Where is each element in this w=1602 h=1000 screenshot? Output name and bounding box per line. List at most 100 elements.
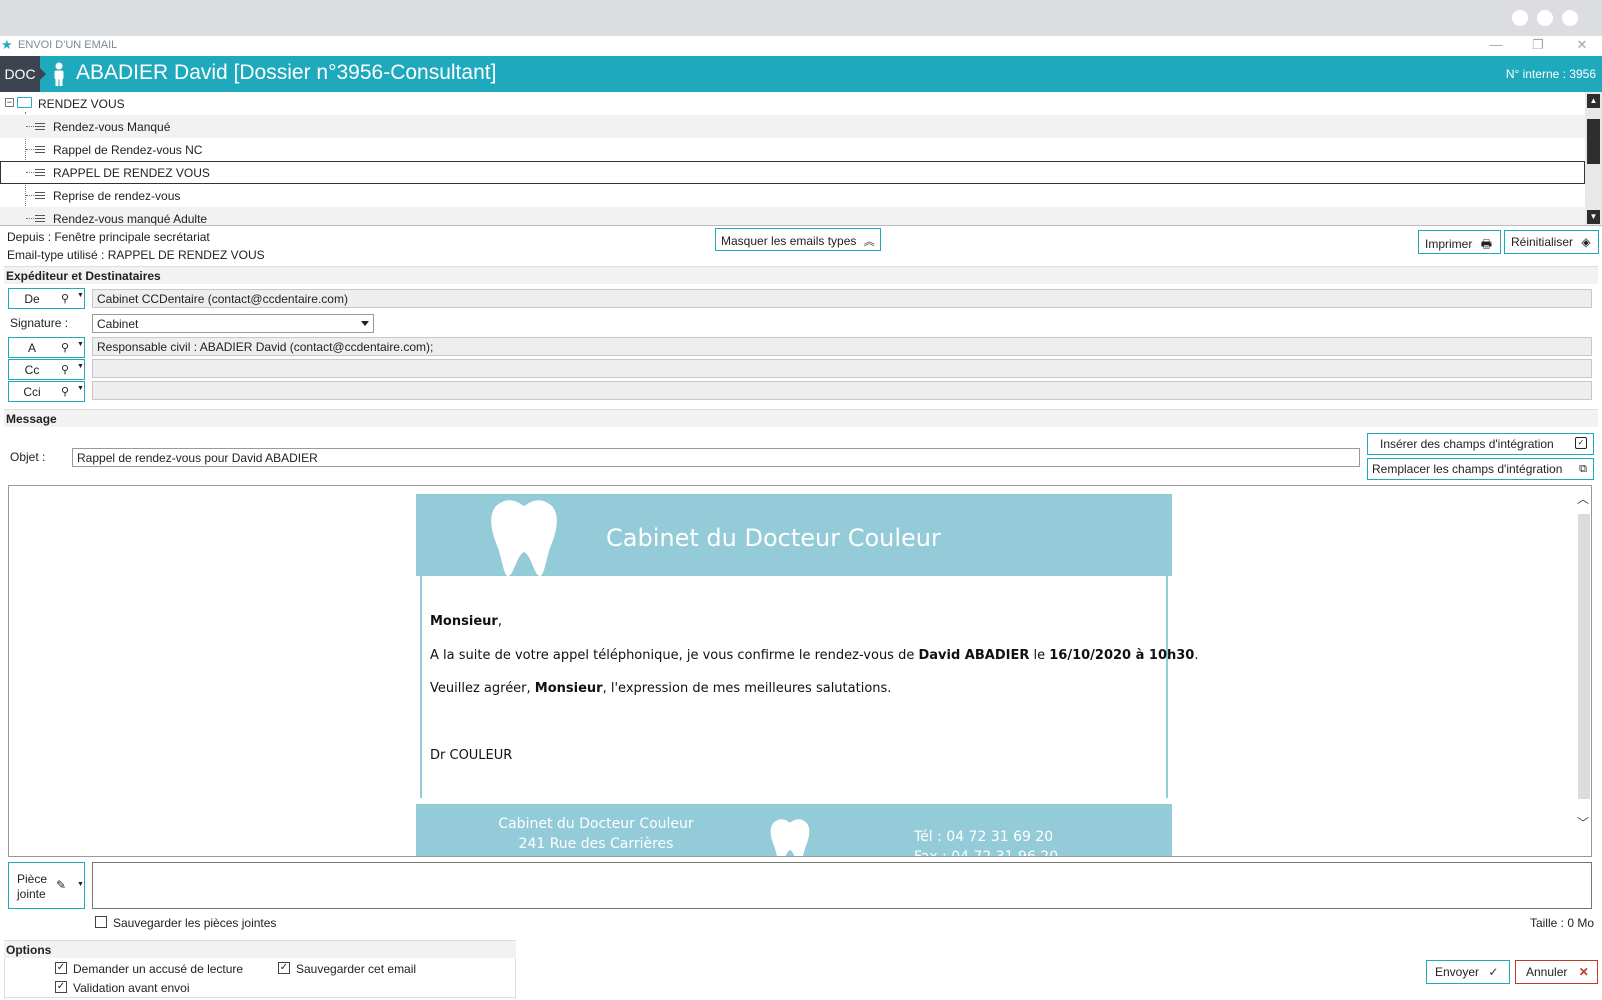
line2-bold: Monsieur xyxy=(534,681,603,696)
save-attachments-checkbox[interactable] xyxy=(95,916,107,928)
cc-field[interactable] xyxy=(92,359,1592,378)
patient-header: DOC ABADIER David [Dossier n°3956-Consul… xyxy=(0,56,1602,92)
scroll-up-icon[interactable]: ▲ xyxy=(1587,94,1600,108)
validate-checkbox[interactable]: ✓ xyxy=(55,981,67,993)
close-icon[interactable]: ✕ xyxy=(1572,37,1592,53)
email-header-title: Cabinet du Docteur Couleur xyxy=(606,524,941,552)
internal-number: N° interne : 3956 xyxy=(1505,67,1596,81)
template-icon xyxy=(35,169,45,176)
save-attachments-label: Sauvegarder les pièces jointes xyxy=(113,916,277,930)
email-footer-banner: Cabinet du Docteur Couleur 241 Rue des C… xyxy=(416,804,1172,856)
signature-label: Signature : xyxy=(10,316,69,330)
print-button[interactable]: Imprimer 🖶 xyxy=(1418,230,1501,254)
line2-text: Veuillez agréer, xyxy=(430,681,535,696)
window-dot-icon[interactable] xyxy=(1537,10,1553,26)
tree-item[interactable]: Rendez-vous manqué Adulte xyxy=(0,207,1585,226)
email-header-banner: Cabinet du Docteur Couleur xyxy=(416,494,1172,576)
to-picker-button[interactable]: A ⚲ ▼ xyxy=(8,337,85,358)
from-picker-button[interactable]: De ⚲ ▼ xyxy=(8,288,85,309)
signature-value: Cabinet xyxy=(97,317,139,331)
window-dot-icon[interactable] xyxy=(1562,10,1578,26)
save-email-label: Sauvegarder cet email xyxy=(296,962,417,976)
scroll-thumb[interactable] xyxy=(1578,514,1590,799)
email-salutation: Monsieur, xyxy=(430,614,502,629)
check-icon: ✓ xyxy=(1488,965,1499,979)
validate-label: Validation avant envoi xyxy=(73,981,190,995)
template-icon xyxy=(35,192,45,199)
eraser-icon: ◈ xyxy=(1581,235,1591,249)
bcc-field[interactable] xyxy=(92,381,1592,400)
replace-fields-label: Remplacer les champs d'intégration xyxy=(1372,462,1563,476)
hide-templates-label: Masquer les emails types xyxy=(721,234,857,248)
close-icon: ✕ xyxy=(1578,965,1589,979)
minimize-icon[interactable]: — xyxy=(1486,37,1506,52)
replace-icon: ⧉ xyxy=(1579,463,1587,475)
template-used-info: Email-type utilisé : RAPPEL DE RENDEZ VO… xyxy=(7,248,265,262)
signature-select[interactable]: Cabinet xyxy=(92,314,374,333)
salutation-text: Monsieur xyxy=(430,614,498,629)
attachment-size: Taille : 0 Mo xyxy=(1529,916,1594,930)
reset-label: Réinitialiser xyxy=(1511,235,1574,249)
from-field[interactable]: Cabinet CCDentaire (contact@ccdentaire.c… xyxy=(92,289,1592,308)
tooth-footer-icon xyxy=(770,819,810,856)
line1-text: A la suite de votre appel téléphonique, … xyxy=(430,648,919,663)
scroll-up-icon[interactable]: ︿ xyxy=(1577,490,1589,507)
dropdown-arrow-icon: ▼ xyxy=(77,363,84,370)
scroll-down-icon[interactable]: ▼ xyxy=(1587,210,1600,224)
editor-scrollbar[interactable]: ︿ ﹀ xyxy=(1573,486,1591,856)
footer-tel: Tél : 04 72 31 69 20 xyxy=(914,829,1054,845)
replace-fields-button[interactable]: Remplacer les champs d'intégration ⧉ xyxy=(1367,458,1594,480)
save-email-checkbox[interactable]: ✓ xyxy=(278,962,290,974)
collapse-icon[interactable]: − xyxy=(5,98,14,107)
insert-icon: ✓ xyxy=(1575,437,1587,449)
message-editor[interactable]: Cabinet du Docteur Couleur Monsieur, A l… xyxy=(8,485,1592,857)
bcc-picker-button[interactable]: Cci ⚲ ▼ xyxy=(8,381,85,402)
cc-label: Cc xyxy=(24,363,40,377)
cancel-button[interactable]: Annuler ✕ xyxy=(1515,960,1598,984)
doc-arrow-icon xyxy=(40,68,46,80)
to-field[interactable]: Responsable civil : ABADIER David (conta… xyxy=(92,337,1592,356)
tree-item-label: Rendez-vous manqué Adulte xyxy=(53,212,208,226)
tree-scrollbar[interactable]: ▲ ▼ xyxy=(1585,92,1602,225)
from-label: De xyxy=(24,292,40,306)
tree-item-label: Reprise de rendez-vous xyxy=(53,189,181,203)
email-line-confirmation: A la suite de votre appel téléphonique, … xyxy=(430,648,1199,663)
tooth-logo-icon xyxy=(491,500,557,576)
hide-templates-button[interactable]: Masquer les emails types ︽ xyxy=(715,228,881,251)
doc-button[interactable]: DOC xyxy=(0,56,40,92)
send-button[interactable]: Envoyer ✓ xyxy=(1426,960,1510,984)
attachment-list[interactable] xyxy=(92,862,1592,909)
subject-label: Objet : xyxy=(10,450,46,464)
contact-icon: ⚲ xyxy=(61,386,70,398)
email-template-tree: − RENDEZ VOUS Rendez-vous Manqué Rappel … xyxy=(0,92,1602,226)
attachment-button[interactable]: Pièce jointe ✎ ▼ xyxy=(8,862,85,909)
dropdown-arrow-icon: ▼ xyxy=(77,881,84,888)
print-label: Imprimer xyxy=(1425,237,1473,251)
app-star-icon: ★ xyxy=(1,37,13,52)
email-preview: Cabinet du Docteur Couleur Monsieur, A l… xyxy=(416,494,1199,856)
tree-item-selected[interactable]: RAPPEL DE RENDEZ VOUS xyxy=(0,161,1585,184)
line2-text: , l'expression de mes meilleures salutat… xyxy=(602,681,892,696)
scroll-thumb[interactable] xyxy=(1587,119,1600,164)
reset-button[interactable]: Réinitialiser ◈ xyxy=(1504,230,1599,254)
template-icon xyxy=(35,146,45,153)
to-label: A xyxy=(27,341,36,355)
footer-address: 241 Rue des Carrières xyxy=(518,836,674,852)
tree-item[interactable]: Reprise de rendez-vous xyxy=(0,184,1585,207)
subject-input[interactable]: Rappel de rendez-vous pour David ABADIER xyxy=(72,448,1360,467)
cancel-label: Annuler xyxy=(1526,965,1568,979)
cc-picker-button[interactable]: Cc ⚲ ▼ xyxy=(8,359,85,380)
window-dot-icon[interactable] xyxy=(1512,10,1528,26)
dropdown-arrow-icon: ▼ xyxy=(77,292,84,299)
scroll-down-icon[interactable]: ﹀ xyxy=(1577,814,1589,831)
person-icon xyxy=(54,62,64,86)
line1-date: 16/10/2020 à 10h30 xyxy=(1049,648,1195,663)
template-icon xyxy=(35,215,45,222)
tree-item[interactable]: Rendez-vous Manqué xyxy=(0,115,1585,138)
tree-root-folder[interactable]: − RENDEZ VOUS xyxy=(0,92,1585,115)
tree-item[interactable]: Rappel de Rendez-vous NC xyxy=(0,138,1585,161)
patient-title: ABADIER David [Dossier n°3956-Consultant… xyxy=(76,61,497,84)
insert-fields-button[interactable]: Insérer des champs d'intégration ✓ xyxy=(1367,433,1594,455)
restore-icon[interactable]: ❐ xyxy=(1528,37,1548,53)
read-receipt-checkbox[interactable]: ✓ xyxy=(55,962,67,974)
